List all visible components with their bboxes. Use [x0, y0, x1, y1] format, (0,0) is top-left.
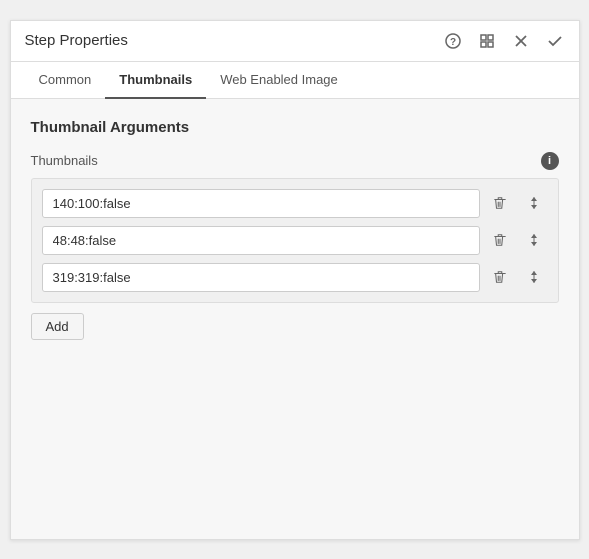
sort-row-3-button[interactable]	[520, 263, 548, 291]
info-icon[interactable]: i	[541, 152, 559, 170]
tabs-bar: Common Thumbnails Web Enabled Image	[11, 62, 579, 99]
help-icon[interactable]: ?	[443, 31, 463, 51]
delete-row-2-button[interactable]	[486, 226, 514, 254]
sort-row-1-button[interactable]	[520, 189, 548, 217]
tab-web-enabled-image[interactable]: Web Enabled Image	[206, 62, 352, 99]
panel-title: Step Properties	[25, 32, 443, 49]
svg-text:?: ?	[449, 37, 455, 48]
thumbnails-label-row: Thumbnails i	[31, 152, 559, 170]
thumbnail-row	[42, 226, 548, 255]
delete-row-3-button[interactable]	[486, 263, 514, 291]
layout-icon[interactable]	[477, 31, 497, 51]
thumbnail-input-1[interactable]	[42, 189, 480, 218]
close-icon[interactable]	[511, 31, 531, 51]
tab-common[interactable]: Common	[25, 62, 106, 99]
section-title: Thumbnail Arguments	[31, 119, 559, 136]
thumbnails-box	[31, 178, 559, 303]
thumbnails-label: Thumbnails	[31, 153, 541, 168]
delete-row-1-button[interactable]	[486, 189, 514, 217]
tab-content: Thumbnail Arguments Thumbnails i	[11, 99, 579, 539]
thumbnail-input-2[interactable]	[42, 226, 480, 255]
thumbnail-input-3[interactable]	[42, 263, 480, 292]
confirm-icon[interactable]	[545, 31, 565, 51]
thumbnail-row	[42, 189, 548, 218]
thumbnail-row	[42, 263, 548, 292]
add-button[interactable]: Add	[31, 313, 84, 340]
tab-thumbnails[interactable]: Thumbnails	[105, 62, 206, 99]
header-icons: ?	[443, 31, 565, 51]
step-properties-panel: Step Properties ?	[10, 20, 580, 540]
sort-row-2-button[interactable]	[520, 226, 548, 254]
panel-header: Step Properties ?	[11, 21, 579, 62]
